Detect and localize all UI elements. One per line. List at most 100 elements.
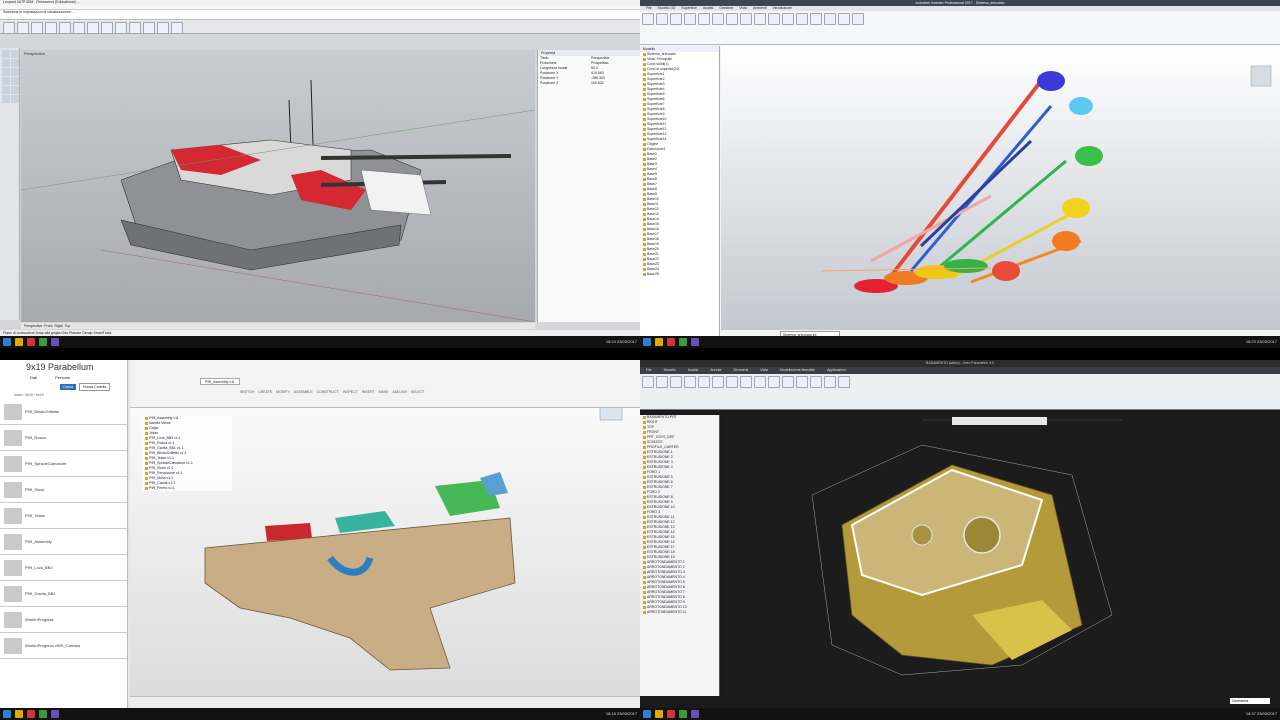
chamfer-icon[interactable] bbox=[768, 376, 780, 388]
app-icon[interactable] bbox=[27, 338, 35, 346]
sketch-icon[interactable] bbox=[698, 376, 710, 388]
toolbar-group[interactable]: CONSTRUCT bbox=[317, 390, 339, 394]
list-item[interactable]: P99_Rosca bbox=[0, 425, 127, 451]
toolbar-group[interactable]: MAKE bbox=[379, 390, 389, 394]
toolbar-group[interactable]: MODIFY bbox=[276, 390, 290, 394]
inventor-ribbon[interactable] bbox=[640, 11, 1280, 45]
app-icon[interactable] bbox=[679, 710, 687, 718]
app-icon[interactable] bbox=[667, 338, 675, 346]
rhino-view-tabs[interactable]: Perspective Front Right Top bbox=[21, 323, 535, 329]
explorer-icon[interactable] bbox=[655, 710, 663, 718]
upload-button[interactable]: Carica bbox=[60, 384, 77, 390]
start-icon[interactable] bbox=[643, 710, 651, 718]
draft-icon[interactable] bbox=[782, 376, 794, 388]
ribbon-tab[interactable]: Vista bbox=[760, 367, 768, 374]
rhino-left-toolbar[interactable] bbox=[0, 48, 20, 320]
paste-icon[interactable] bbox=[87, 22, 99, 34]
rotate-view-icon[interactable] bbox=[129, 22, 141, 34]
new-folder-button[interactable]: Nuova Cartella bbox=[79, 383, 111, 391]
rhino-commandline[interactable]: Seleziona le impostazioni di visualizzaz… bbox=[0, 10, 640, 20]
app-icon[interactable] bbox=[51, 338, 59, 346]
ribbon-tab[interactable]: Modello bbox=[664, 367, 676, 374]
plane-icon[interactable] bbox=[768, 13, 780, 25]
view-tab[interactable]: Top bbox=[65, 323, 71, 329]
list-item[interactable]: P99_Lock_BB3 bbox=[0, 555, 127, 581]
ribbon-tab[interactable]: Introduzione bbox=[773, 6, 792, 11]
start-icon[interactable] bbox=[3, 338, 11, 346]
convert-icon[interactable] bbox=[852, 13, 864, 25]
hole-icon[interactable] bbox=[740, 376, 752, 388]
cut-icon[interactable] bbox=[59, 22, 71, 34]
polygon-tool-icon[interactable] bbox=[11, 77, 19, 85]
tab-data[interactable]: Dati bbox=[30, 374, 37, 382]
ribbon-tab[interactable]: Annota bbox=[710, 367, 721, 374]
breadcrumb[interactable]: Inicio › 9x19 › 9x19 bbox=[0, 392, 127, 399]
view-tab[interactable]: Right bbox=[54, 323, 62, 329]
list-item[interactable]: P99_BlindoGrilletto bbox=[0, 399, 127, 425]
list-item[interactable]: P99_SpracleCaricatore bbox=[0, 451, 127, 477]
view-tab[interactable]: Perspective bbox=[24, 323, 42, 329]
taskbar[interactable]: 18:18 23/03/2017 bbox=[0, 708, 640, 720]
list-item[interactable]: WorkInProgress bbox=[0, 607, 127, 633]
point-tool-icon[interactable] bbox=[2, 50, 10, 58]
ribbon-tab[interactable]: Vista bbox=[739, 6, 747, 11]
copy-icon[interactable] bbox=[73, 22, 85, 34]
new-file-icon[interactable] bbox=[3, 22, 15, 34]
list-item[interactable]: P99_Gavita_BB1 bbox=[0, 581, 127, 607]
transform-tool-icon[interactable] bbox=[11, 95, 19, 103]
explorer-icon[interactable] bbox=[15, 710, 23, 718]
ribbon-tab[interactable]: Analisi bbox=[688, 367, 698, 374]
list-item[interactable]: WorkInProgress v009_Carrasa bbox=[0, 633, 127, 659]
taskbar[interactable]: 18:23 23/03/2017 bbox=[640, 336, 1280, 348]
ribbon-tab[interactable]: Superficie bbox=[681, 6, 697, 11]
sweep-icon[interactable] bbox=[684, 13, 696, 25]
toolbar-group[interactable]: INSERT bbox=[362, 390, 375, 394]
creo-status[interactable]: Geometria bbox=[1230, 698, 1270, 704]
component-list[interactable]: P99_BlindoGrilletto P99_Rosca P99_SpracleC… bbox=[0, 399, 127, 659]
ribbon-tab[interactable]: Ambienti bbox=[753, 6, 767, 11]
inventor-browser[interactable]: Modello Sistema_articolato Vista: Princip… bbox=[640, 46, 720, 336]
loft-icon[interactable] bbox=[698, 13, 710, 25]
copy-geometry-icon[interactable] bbox=[656, 376, 668, 388]
start-icon[interactable] bbox=[643, 338, 651, 346]
open-icon[interactable] bbox=[17, 22, 29, 34]
save-icon[interactable] bbox=[31, 22, 43, 34]
mirror-icon[interactable] bbox=[824, 376, 836, 388]
ribbon-tab[interactable]: Strumenti bbox=[733, 367, 748, 374]
round-icon[interactable] bbox=[754, 376, 766, 388]
toolbar-group[interactable]: SELECT bbox=[411, 390, 425, 394]
solid-tool-icon[interactable] bbox=[11, 86, 19, 94]
creo-tabs[interactable]: File Modello Analisi Annota Strumenti Vi… bbox=[640, 367, 1280, 374]
axis-icon[interactable] bbox=[782, 13, 794, 25]
app-icon[interactable] bbox=[667, 710, 675, 718]
rhino-viewport[interactable]: Perspective bbox=[21, 50, 535, 322]
fillet-icon[interactable] bbox=[726, 13, 738, 25]
freeform-icon[interactable] bbox=[838, 13, 850, 25]
list-item[interactable]: P99_Telaio bbox=[0, 503, 127, 529]
zoom-icon[interactable] bbox=[143, 22, 155, 34]
toolbar-group[interactable]: ADD-INS bbox=[393, 390, 407, 394]
revolve-icon[interactable] bbox=[726, 376, 738, 388]
pan-icon[interactable] bbox=[115, 22, 127, 34]
ribbon-tab[interactable]: Modello 3D bbox=[658, 6, 676, 11]
view-tab[interactable]: Front bbox=[44, 323, 52, 329]
browser-tree[interactable]: Sistema_articolato Vista: Principale Corpi… bbox=[640, 52, 719, 277]
toolbar-group[interactable]: ASSEMBLE bbox=[294, 390, 313, 394]
render-icon[interactable] bbox=[171, 22, 183, 34]
print-icon[interactable] bbox=[45, 22, 57, 34]
app-icon[interactable] bbox=[39, 710, 47, 718]
pattern-icon[interactable] bbox=[796, 13, 808, 25]
ribbon-tab[interactable]: File bbox=[646, 6, 652, 11]
style-icon[interactable] bbox=[838, 376, 850, 388]
chamfer-icon[interactable] bbox=[740, 13, 752, 25]
fusion-toolbar[interactable]: P99_Assembly v11 SKETCH CREATE MODIFY ASSEM… bbox=[130, 360, 640, 408]
zoom-extents-icon[interactable] bbox=[157, 22, 169, 34]
tab-people[interactable]: Persone bbox=[55, 374, 70, 382]
curve-tool-icon[interactable] bbox=[11, 59, 19, 67]
app-icon[interactable] bbox=[691, 338, 699, 346]
list-item[interactable]: P99_Stock bbox=[0, 477, 127, 503]
toolbar-group[interactable]: SKETCH bbox=[240, 390, 254, 394]
shell-icon[interactable] bbox=[796, 376, 808, 388]
arc-tool-icon[interactable] bbox=[11, 68, 19, 76]
datum-plane-icon[interactable] bbox=[670, 376, 682, 388]
